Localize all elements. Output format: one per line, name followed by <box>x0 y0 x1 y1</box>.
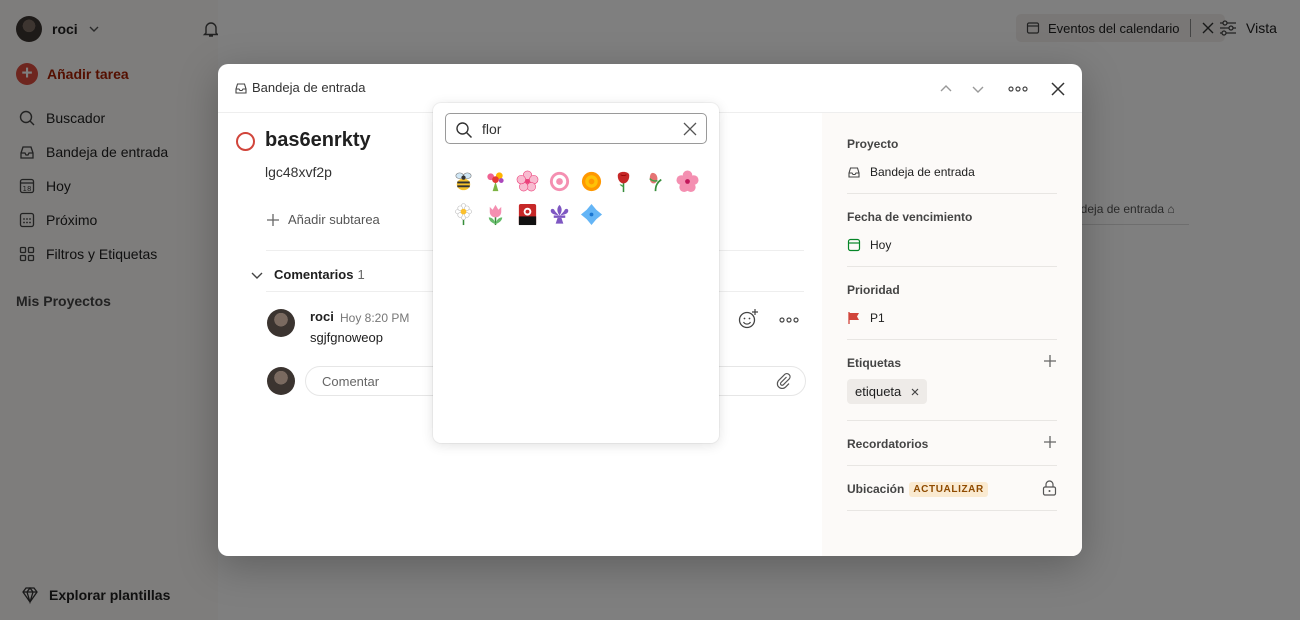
project-value: Bandeja de entrada <box>870 165 975 179</box>
emoji-fleur-de-lis[interactable] <box>543 198 575 231</box>
project-selector[interactable]: Bandeja de entrada <box>847 165 1057 179</box>
label-tag[interactable]: etiqueta <box>847 379 928 404</box>
add-label-icon[interactable] <box>1043 354 1057 368</box>
labels-label: Etiquetas <box>847 356 902 370</box>
remove-label-icon[interactable] <box>911 388 919 396</box>
white-flower-icon <box>549 171 569 192</box>
divider <box>847 465 1057 466</box>
flag-icon <box>848 312 859 324</box>
hibiscus-icon <box>675 170 699 193</box>
bee-icon <box>455 172 471 191</box>
fleur-de-lis-icon <box>550 204 568 224</box>
due-date-label: Fecha de vencimiento <box>847 210 973 224</box>
emoji-rosette[interactable] <box>575 165 607 198</box>
emoji-white-flower[interactable] <box>543 165 575 198</box>
more-horizontal-icon[interactable] <box>778 314 800 326</box>
emoji-rose[interactable] <box>607 165 639 198</box>
divider <box>847 339 1057 340</box>
divider <box>847 193 1057 194</box>
emoji-picker: flor <box>433 103 719 443</box>
task-details-sidebar: Proyecto Bandeja de entrada Fecha de ven… <box>822 113 1082 556</box>
emoji-daisy[interactable] <box>447 198 479 231</box>
chevron-up-icon <box>940 85 952 92</box>
add-subtask-label: Añadir subtarea <box>288 212 380 227</box>
breadcrumb-project: Bandeja de entrada <box>252 80 366 95</box>
add-subtask-button[interactable]: Añadir subtarea <box>266 212 380 227</box>
more-horizontal-icon <box>1008 86 1028 92</box>
task-description[interactable]: lgc48xvf2p <box>265 164 332 180</box>
inbox-icon <box>235 82 247 94</box>
emoji-hibiscus[interactable] <box>671 165 703 198</box>
add-reminder-icon[interactable] <box>1043 435 1057 449</box>
avatar <box>267 367 295 395</box>
emoji-search-input[interactable]: flor <box>482 121 501 137</box>
comment-text: sgjfgnoweop <box>310 330 383 345</box>
rose-icon <box>617 171 629 193</box>
emoji-search-field[interactable]: flor <box>445 113 707 144</box>
reminders-label: Recordatorios <box>847 437 929 451</box>
emoji-diamond-with-dot[interactable] <box>575 198 607 231</box>
divider <box>847 420 1057 421</box>
label-tag-text: etiqueta <box>855 384 902 399</box>
rosette-icon <box>581 171 601 192</box>
chevron-down-icon <box>972 86 984 93</box>
lock-icon <box>1042 480 1057 496</box>
priority-value: P1 <box>870 311 885 325</box>
divider <box>847 266 1057 267</box>
attachment-icon[interactable] <box>774 371 792 389</box>
reminders-field: Recordatorios <box>847 435 1057 451</box>
priority-field: Prioridad P1 <box>847 283 1057 325</box>
project-field: Proyecto Bandeja de entrada <box>847 137 1057 179</box>
close-modal-button[interactable] <box>1047 78 1069 100</box>
due-date-value: Hoy <box>870 238 892 252</box>
location-field: Ubicación ACTUALIZAR <box>847 480 1057 497</box>
rosebud-icon <box>648 172 662 192</box>
emoji-results <box>447 165 707 231</box>
due-date-selector[interactable]: Hoy <box>847 238 1057 252</box>
labels-field: Etiquetas etiqueta <box>847 354 1057 404</box>
comments-toggle[interactable]: Comentarios 1 <box>250 267 365 282</box>
clear-search-icon[interactable] <box>683 122 697 136</box>
add-reaction-icon[interactable] <box>738 308 760 330</box>
avatar <box>267 309 295 337</box>
comment-author: roci <box>310 309 334 324</box>
emoji-rosebud[interactable] <box>639 165 671 198</box>
search-icon <box>456 122 473 139</box>
previous-task-button[interactable] <box>935 78 957 100</box>
priority-label: Prioridad <box>847 283 900 297</box>
comment-time: Hoy 8:20 PM <box>340 311 410 325</box>
upgrade-badge[interactable]: ACTUALIZAR <box>909 482 988 497</box>
divider <box>847 510 1057 511</box>
close-icon <box>1051 82 1065 96</box>
priority-selector[interactable]: P1 <box>847 311 1057 325</box>
location-label: Ubicación ACTUALIZAR <box>847 482 1057 497</box>
plus-icon <box>267 213 279 226</box>
emoji-bouquet[interactable] <box>479 165 511 198</box>
emoji-flower-playing-cards[interactable] <box>511 198 543 231</box>
breadcrumb[interactable]: Bandeja de entrada <box>234 80 365 95</box>
due-date-field: Fecha de vencimiento Hoy <box>847 210 1057 252</box>
emoji-cherry-blossom[interactable] <box>511 165 543 198</box>
comments-label: Comentarios <box>274 267 354 282</box>
project-label: Proyecto <box>847 137 899 151</box>
calendar-icon <box>847 238 861 252</box>
tulip-icon <box>488 204 502 226</box>
flower-playing-cards-icon <box>518 203 536 226</box>
diamond-with-dot-icon <box>580 203 602 226</box>
emoji-tulip[interactable] <box>479 198 511 231</box>
emoji-bee[interactable] <box>447 165 479 198</box>
bouquet-icon <box>486 172 504 192</box>
cherry-blossom-icon <box>516 170 538 192</box>
inbox-icon <box>848 167 860 178</box>
next-task-button[interactable] <box>967 78 989 100</box>
complete-task-checkbox[interactable] <box>236 132 255 151</box>
more-actions-button[interactable] <box>1007 78 1029 100</box>
comments-count: 1 <box>357 267 365 282</box>
task-title[interactable]: bas6enrkty <box>265 129 371 152</box>
daisy-icon <box>454 203 472 226</box>
chevron-down-icon <box>251 272 263 279</box>
